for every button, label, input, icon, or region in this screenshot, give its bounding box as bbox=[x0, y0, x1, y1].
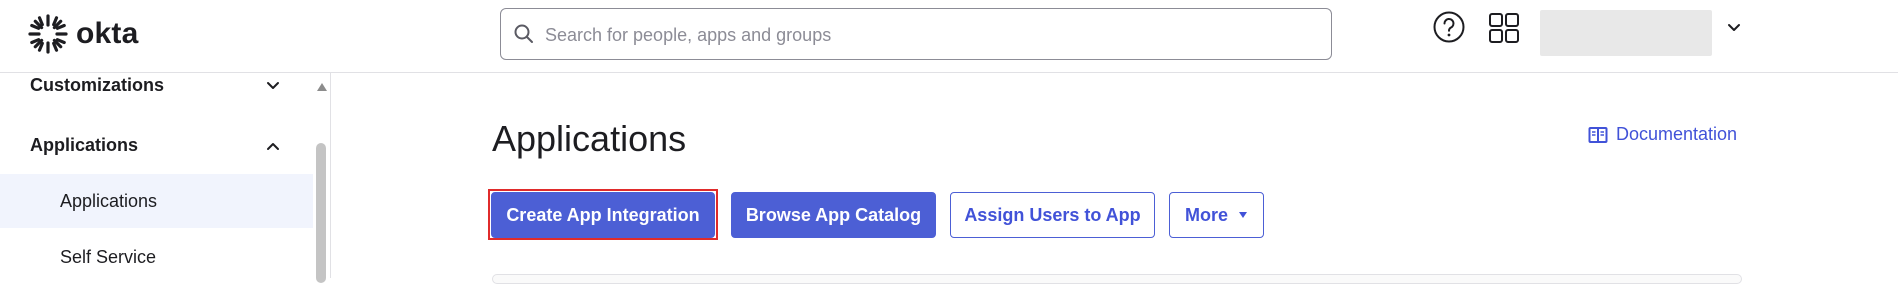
create-app-integration-button[interactable]: Create App Integration bbox=[491, 192, 715, 238]
search-icon bbox=[513, 23, 535, 50]
okta-logo-icon bbox=[28, 14, 68, 54]
chevron-down-icon[interactable] bbox=[264, 77, 282, 100]
assign-users-to-app-button[interactable]: Assign Users to App bbox=[950, 192, 1155, 238]
logo-text: okta bbox=[76, 17, 139, 50]
sidebar-nav: Customizations Applications Applications… bbox=[0, 73, 331, 283]
sidebar-section-label: Customizations bbox=[30, 75, 165, 95]
book-icon bbox=[1588, 126, 1608, 143]
button-label: Browse App Catalog bbox=[745, 204, 922, 225]
help-icon[interactable] bbox=[1432, 10, 1466, 49]
sidebar-section-applications[interactable]: Applications bbox=[30, 135, 138, 156]
sidebar-section-label: Applications bbox=[30, 135, 139, 155]
page-title: Applications bbox=[492, 118, 687, 159]
top-bar: okta bbox=[0, 0, 1898, 73]
caret-down-icon bbox=[1239, 212, 1247, 218]
search-input[interactable] bbox=[543, 9, 1307, 61]
sidebar-item-self-service[interactable]: Self Service bbox=[0, 230, 313, 284]
documentation-link-label: Documentation bbox=[1616, 124, 1738, 144]
button-label: Assign Users to App bbox=[964, 204, 1141, 225]
sidebar-item-applications[interactable]: Applications bbox=[0, 174, 313, 228]
search-box[interactable] bbox=[500, 8, 1332, 61]
documentation-link[interactable]: Documentation bbox=[1588, 124, 1737, 145]
chevron-up-icon[interactable] bbox=[264, 137, 282, 160]
okta-logo[interactable]: okta bbox=[28, 14, 139, 54]
button-label: More bbox=[1184, 204, 1228, 225]
scrollbar-thumb[interactable] bbox=[316, 143, 326, 283]
user-account-menu[interactable] bbox=[1540, 10, 1712, 56]
more-button[interactable]: More bbox=[1169, 192, 1264, 238]
applications-table-panel bbox=[492, 274, 1742, 284]
button-label: Create App Integration bbox=[506, 204, 700, 225]
browse-app-catalog-button[interactable]: Browse App Catalog bbox=[731, 192, 936, 238]
sidebar-item-label: Applications bbox=[60, 191, 158, 211]
sidebar-section-customizations[interactable]: Customizations bbox=[30, 75, 164, 96]
sidebar-item-label: Self Service bbox=[60, 247, 157, 267]
apps-grid-icon[interactable] bbox=[1488, 12, 1520, 49]
scroll-up-icon[interactable] bbox=[316, 79, 328, 97]
chevron-down-icon[interactable] bbox=[1726, 20, 1742, 41]
